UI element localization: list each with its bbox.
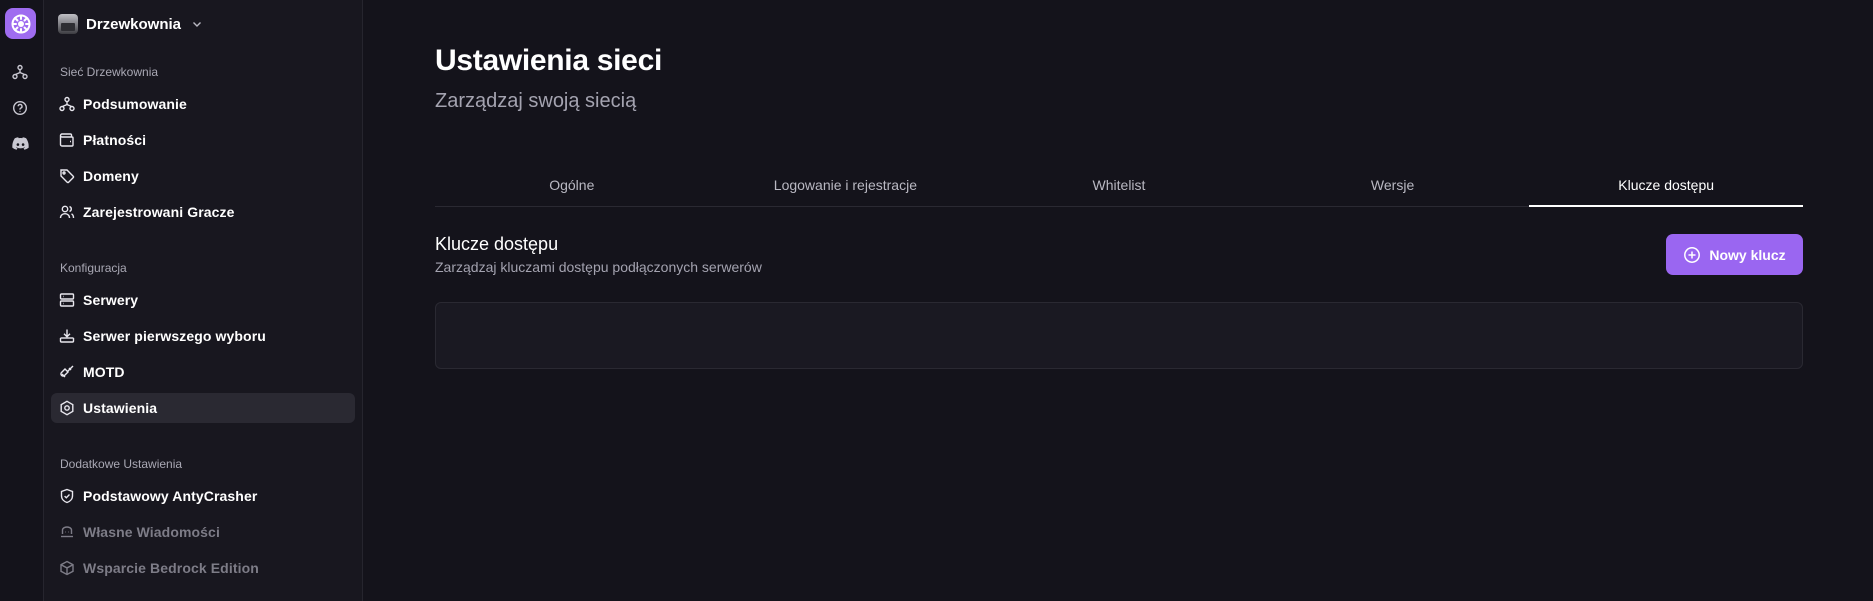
access-keys-list [435, 302, 1803, 369]
sidebar-item-label: Podsumowanie [83, 96, 187, 112]
network-icon[interactable] [8, 60, 32, 84]
sidebar-item-label: Zarejestrowani Gracze [83, 204, 235, 220]
sidebar-item-serwery[interactable]: Serwery [51, 285, 355, 315]
chevron-down-icon [191, 18, 203, 30]
tag-icon [59, 168, 75, 184]
shield-check-icon [59, 488, 75, 504]
section-header: Klucze dostępu Zarządzaj kluczami dostęp… [435, 234, 762, 275]
section-title-dodatkowe: Dodatkowe Ustawienia [60, 457, 183, 471]
sidebar-item-bedrock[interactable]: Wsparcie Bedrock Edition [51, 553, 355, 583]
sidebar: Drzewkownia Sieć Drzewkownia Podsumowani… [44, 0, 363, 601]
sidebar-item-domeny[interactable]: Domeny [51, 161, 355, 191]
sidebar-item-label: Podstawowy AntyCrasher [83, 488, 258, 504]
server-icon [59, 292, 75, 308]
sidebar-item-motd[interactable]: MOTD [51, 357, 355, 387]
tab-whitelist[interactable]: Whitelist [982, 170, 1256, 206]
plus-circle-icon [1683, 246, 1701, 264]
workspace-name: Drzewkownia [86, 15, 182, 33]
section-title: Klucze dostępu [435, 234, 559, 254]
sidebar-item-podsumowanie[interactable]: Podsumowanie [51, 89, 355, 119]
sidebar-item-label: MOTD [83, 364, 125, 380]
help-circle-icon[interactable] [8, 96, 32, 120]
page-title: Ustawienia sieci [435, 44, 662, 77]
message-icon [59, 524, 75, 540]
sidebar-item-label: Własne Wiadomości [83, 524, 220, 540]
icon-rail [0, 0, 44, 601]
brush-icon [59, 364, 75, 380]
sidebar-item-ustawienia[interactable]: Ustawienia [51, 393, 355, 423]
tab-klucze-dostepu[interactable]: Klucze dostępu [1529, 170, 1803, 207]
workspace-switcher[interactable]: Drzewkownia [58, 12, 203, 36]
page-subtitle: Zarządzaj swoją siecią [435, 90, 637, 112]
workspace-avatar [58, 14, 78, 34]
tab-wersje[interactable]: Wersje [1256, 170, 1530, 206]
network-icon [59, 96, 75, 112]
sidebar-item-zarejestrowani-gracze[interactable]: Zarejestrowani Gracze [51, 197, 355, 227]
sidebar-item-serwer-pierwszego-wyboru[interactable]: Serwer pierwszego wyboru [51, 321, 355, 351]
sidebar-item-label: Płatności [83, 132, 147, 148]
tab-ogolne[interactable]: Ogólne [435, 170, 709, 206]
wallet-icon [59, 132, 75, 148]
sidebar-item-wlasne-wiadomosci[interactable]: Własne Wiadomości [51, 517, 355, 547]
tab-logowanie[interactable]: Logowanie i rejestracje [709, 170, 983, 206]
section-description: Zarządzaj kluczami dostępu podłączonych … [435, 259, 762, 275]
settings-icon [59, 400, 75, 416]
main-content: Ustawienia sieci Zarządzaj swoją siecią … [364, 0, 1873, 601]
new-key-button[interactable]: Nowy klucz [1666, 234, 1803, 275]
app-logo-icon[interactable] [5, 8, 36, 39]
discord-icon[interactable] [8, 132, 32, 156]
download-tray-icon [59, 328, 75, 344]
users-icon [59, 204, 75, 220]
new-key-label: Nowy klucz [1709, 246, 1786, 263]
section-title-konfiguracja: Konfiguracja [60, 261, 127, 275]
section-title-network: Sieć Drzewkownia [60, 65, 159, 79]
sidebar-item-label: Serwery [83, 292, 139, 308]
sidebar-item-label: Serwer pierwszego wyboru [83, 328, 266, 344]
sidebar-item-label: Ustawienia [83, 400, 158, 416]
settings-tabs: Ogólne Logowanie i rejestracje Whitelist… [435, 170, 1803, 207]
sidebar-item-label: Wsparcie Bedrock Edition [83, 560, 259, 576]
cube-icon [59, 560, 75, 576]
sidebar-item-antycrasher[interactable]: Podstawowy AntyCrasher [51, 481, 355, 511]
sidebar-item-label: Domeny [83, 168, 139, 184]
sidebar-item-platnosci[interactable]: Płatności [51, 125, 355, 155]
